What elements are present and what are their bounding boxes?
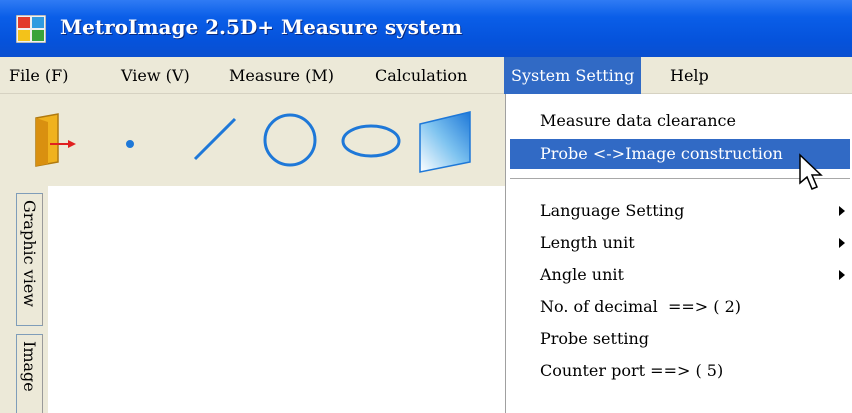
menu-measure[interactable]: Measure (M) xyxy=(229,57,334,94)
mouse-cursor-icon xyxy=(799,153,823,190)
tab-graphic-view-label: Graphic view xyxy=(20,200,39,307)
app-icon xyxy=(16,15,46,43)
menu-file[interactable]: File (F) xyxy=(9,57,68,94)
menu-item-measure-data-clearance[interactable]: Measure data clearance xyxy=(506,106,852,136)
menu-item-no-of-decimal[interactable]: No. of decimal ==> ( 2) xyxy=(506,292,852,322)
menu-bar: File (F) View (V) Measure (M) Calculatio… xyxy=(0,57,852,94)
menu-system-setting[interactable]: System Setting xyxy=(504,57,642,94)
side-tab-strip: Graphic view Image xyxy=(0,186,48,413)
menu-calculation[interactable]: Calculation xyxy=(375,57,467,94)
menu-help[interactable]: Help xyxy=(670,57,709,94)
ellipse-icon[interactable] xyxy=(340,122,402,160)
menu-item-angle-unit[interactable]: Angle unit xyxy=(506,260,852,290)
open-file-icon[interactable] xyxy=(32,112,84,168)
point-icon[interactable] xyxy=(124,138,136,150)
menu-item-language-setting[interactable]: Language Setting xyxy=(506,196,852,226)
line-icon[interactable] xyxy=(192,116,238,162)
menu-item-length-unit[interactable]: Length unit xyxy=(506,228,852,258)
window-title: MetroImage 2.5D+ Measure system xyxy=(60,15,463,39)
menu-item-probe-setting[interactable]: Probe setting xyxy=(506,324,852,354)
tab-image[interactable]: Image xyxy=(16,334,43,413)
title-bar: MetroImage 2.5D+ Measure system xyxy=(0,0,852,57)
circle-icon[interactable] xyxy=(262,112,318,168)
submenu-arrow-icon xyxy=(839,270,845,280)
submenu-arrow-icon xyxy=(839,238,845,248)
menu-view[interactable]: View (V) xyxy=(121,57,190,94)
system-setting-dropdown: Measure data clearance Probe <->Image co… xyxy=(505,94,852,413)
tab-graphic-view[interactable]: Graphic view xyxy=(16,193,43,326)
menu-item-counter-port[interactable]: Counter port ==> ( 5) xyxy=(506,356,852,386)
submenu-arrow-icon xyxy=(839,206,845,216)
tab-image-label: Image xyxy=(20,341,39,392)
plane-icon[interactable] xyxy=(414,110,474,174)
